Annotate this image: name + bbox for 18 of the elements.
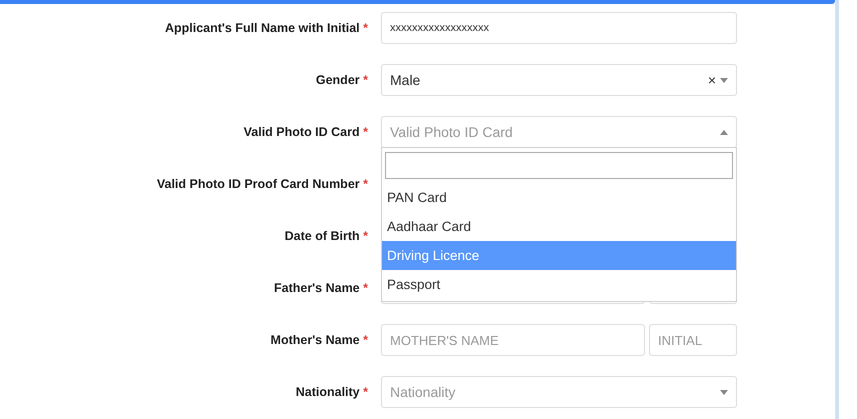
field-label: Father's Name *: [272, 281, 368, 295]
field-label: Gender *: [314, 73, 368, 87]
field-label: Mother's Name *: [270, 333, 368, 347]
clear-icon[interactable]: ×: [708, 72, 716, 88]
field-label: Valid Photo ID Proof Card Number *: [156, 177, 368, 191]
caret-icon: [720, 390, 728, 394]
field-label: Nationality *: [294, 385, 368, 399]
field-label: Valid Photo ID Card *: [242, 125, 368, 139]
caret-icon: [720, 130, 728, 134]
select-field[interactable]: Male ×: [381, 64, 737, 96]
name-field[interactable]: xxxxxxxxxxxxxxxxxx: [381, 12, 737, 44]
dropdown-option[interactable]: Passport: [382, 270, 736, 299]
field-label: Applicant's Full Name with Initial *: [164, 21, 368, 35]
dropdown-option[interactable]: Aadhaar Card: [382, 212, 736, 241]
caret-icon: [720, 78, 728, 82]
field-label: Date of Birth *: [284, 229, 368, 243]
dropdown-option[interactable]: PAN Card: [382, 183, 736, 212]
search-field[interactable]: [385, 152, 733, 179]
